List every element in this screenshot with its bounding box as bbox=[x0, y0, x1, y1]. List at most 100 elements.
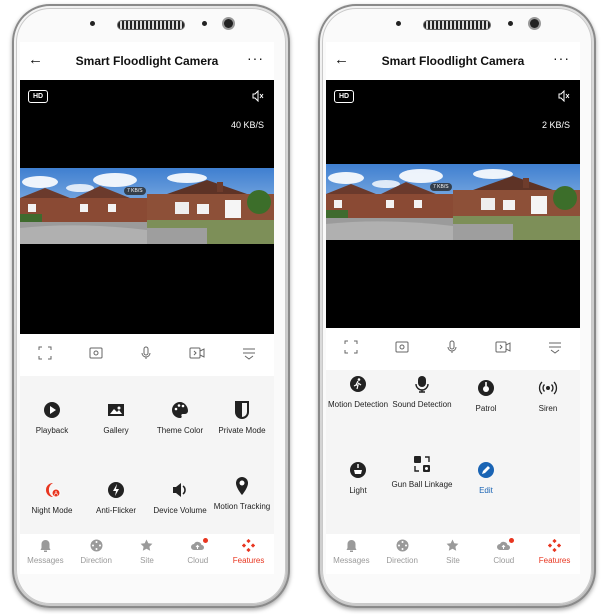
feature-night-mode[interactable]: A Night Mode bbox=[20, 480, 84, 515]
hd-toggle[interactable]: HD bbox=[28, 90, 49, 103]
feature-label: Sound Detection bbox=[392, 400, 452, 409]
star-icon bbox=[122, 539, 172, 553]
feature-private-mode[interactable]: Private Mode bbox=[210, 400, 274, 435]
joystick-icon bbox=[71, 539, 121, 553]
location-pin-icon bbox=[210, 476, 274, 496]
feature-gun-ball-linkage[interactable]: Gun Ball Linkage bbox=[390, 454, 454, 489]
microphone-icon[interactable] bbox=[139, 346, 153, 365]
microphone-icon bbox=[390, 374, 454, 394]
feature-label: Siren bbox=[538, 404, 558, 413]
feature-label: Motion Detection bbox=[327, 400, 389, 409]
bottom-tab-bar: Messages Direction Site Cloud Features bbox=[20, 534, 274, 574]
feature-device-volume[interactable]: Device Volume bbox=[148, 480, 212, 515]
more-dots-icon[interactable]: ··· bbox=[247, 50, 264, 66]
features-icon bbox=[224, 539, 274, 553]
sensor-dot bbox=[396, 21, 401, 26]
tab-cloud[interactable]: Cloud bbox=[479, 534, 529, 565]
tab-label: Features bbox=[538, 556, 571, 565]
bell-icon bbox=[326, 539, 376, 553]
feed-bitrate-badge: 7 KB/S bbox=[430, 183, 452, 191]
record-video-icon[interactable] bbox=[495, 340, 511, 359]
siren-icon bbox=[516, 378, 580, 398]
phone-frame-right: ← Smart Floodlight Camera ··· HD 2 KB/S … bbox=[318, 4, 596, 608]
edit-pencil-icon bbox=[454, 460, 518, 480]
tab-direction[interactable]: Direction bbox=[71, 534, 121, 565]
shield-half-icon bbox=[210, 400, 274, 420]
light-icon bbox=[326, 460, 390, 480]
tab-label: Features bbox=[232, 556, 265, 565]
app-header: ← Smart Floodlight Camera ··· bbox=[326, 42, 580, 80]
live-video[interactable]: HD 2 KB/S 7 KB/S bbox=[326, 80, 580, 328]
bell-icon bbox=[20, 539, 70, 553]
motion-person-icon bbox=[326, 374, 390, 394]
night-mode-icon: A bbox=[20, 480, 84, 500]
speaker-mute-icon[interactable] bbox=[252, 89, 264, 107]
feature-motion-detection[interactable]: Motion Detection bbox=[326, 374, 390, 409]
feature-label: Motion Tracking bbox=[213, 502, 271, 511]
page-title: Smart Floodlight Camera bbox=[381, 54, 525, 68]
screenshot-icon[interactable] bbox=[395, 340, 409, 359]
feature-theme-color[interactable]: Theme Color bbox=[148, 400, 212, 435]
tab-label: Direction bbox=[80, 556, 112, 565]
volume-icon bbox=[148, 480, 212, 500]
feature-sound-detection[interactable]: Sound Detection bbox=[390, 374, 454, 409]
feature-playback[interactable]: Playback bbox=[20, 400, 84, 435]
tab-label: Cloud bbox=[187, 556, 209, 565]
tab-label: Messages bbox=[27, 556, 64, 565]
arrow-left-icon[interactable]: ← bbox=[334, 52, 349, 68]
features-grid: Playback Gallery Theme Color Private Mod… bbox=[20, 376, 274, 534]
collapse-icon[interactable] bbox=[548, 340, 562, 359]
bottom-tab-bar: Messages Direction Site Cloud Features bbox=[326, 534, 580, 574]
video-controls bbox=[20, 334, 274, 376]
collapse-icon[interactable] bbox=[242, 346, 256, 365]
hd-toggle[interactable]: HD bbox=[334, 90, 355, 103]
video-controls bbox=[326, 328, 580, 370]
tab-cloud[interactable]: Cloud bbox=[173, 534, 223, 565]
record-video-icon[interactable] bbox=[189, 346, 205, 365]
sensor-dot bbox=[90, 21, 95, 26]
app-header: ← Smart Floodlight Camera ··· bbox=[20, 42, 274, 80]
tab-label: Site bbox=[446, 556, 460, 565]
feature-motion-tracking[interactable]: Motion Tracking bbox=[210, 476, 274, 511]
page-title: Smart Floodlight Camera bbox=[75, 54, 219, 68]
cloud-icon bbox=[479, 539, 529, 553]
feature-anti-flicker[interactable]: Anti-Flicker bbox=[84, 480, 148, 515]
tab-direction[interactable]: Direction bbox=[377, 534, 427, 565]
notification-dot bbox=[202, 538, 208, 543]
tab-features[interactable]: Features bbox=[224, 534, 274, 565]
camera-feed: 7 KB/S bbox=[326, 164, 580, 240]
speaker-grille bbox=[117, 20, 185, 30]
tab-features[interactable]: Features bbox=[530, 534, 580, 565]
feature-siren[interactable]: Siren bbox=[516, 378, 580, 413]
feature-patrol[interactable]: Patrol bbox=[454, 378, 518, 413]
feature-label: Playback bbox=[35, 426, 69, 435]
features-icon bbox=[530, 539, 580, 553]
feature-label: Gallery bbox=[103, 426, 129, 435]
joystick-icon bbox=[377, 539, 427, 553]
speaker-grille bbox=[423, 20, 491, 30]
patrol-icon bbox=[454, 378, 518, 398]
microphone-icon[interactable] bbox=[445, 340, 459, 359]
tab-messages[interactable]: Messages bbox=[326, 534, 376, 565]
more-dots-icon[interactable]: ··· bbox=[553, 50, 570, 66]
front-camera bbox=[224, 19, 233, 28]
fullscreen-icon[interactable] bbox=[38, 346, 52, 365]
live-video[interactable]: HD 40 KB/S 7 KB/S bbox=[20, 80, 274, 334]
tab-messages[interactable]: Messages bbox=[20, 534, 70, 565]
tab-site[interactable]: Site bbox=[122, 534, 172, 565]
features-grid: Motion Detection Sound Detection Patrol … bbox=[326, 370, 580, 534]
bitrate-readout: 40 KB/S bbox=[230, 120, 264, 130]
tab-site[interactable]: Site bbox=[428, 534, 478, 565]
feature-edit[interactable]: Edit bbox=[454, 460, 518, 495]
fullscreen-icon[interactable] bbox=[344, 340, 358, 359]
phone-frame-left: ← Smart Floodlight Camera ··· HD 40 KB/S… bbox=[12, 4, 290, 608]
feature-gallery[interactable]: Gallery bbox=[84, 400, 148, 435]
front-camera bbox=[530, 19, 539, 28]
feature-light[interactable]: Light bbox=[326, 460, 390, 495]
feature-label: Anti-Flicker bbox=[95, 506, 136, 515]
app-screen: ← Smart Floodlight Camera ··· HD 40 KB/S… bbox=[20, 42, 274, 574]
feature-label: Patrol bbox=[475, 404, 497, 413]
speaker-mute-icon[interactable] bbox=[558, 89, 570, 107]
arrow-left-icon[interactable]: ← bbox=[28, 52, 43, 68]
screenshot-icon[interactable] bbox=[89, 346, 103, 365]
